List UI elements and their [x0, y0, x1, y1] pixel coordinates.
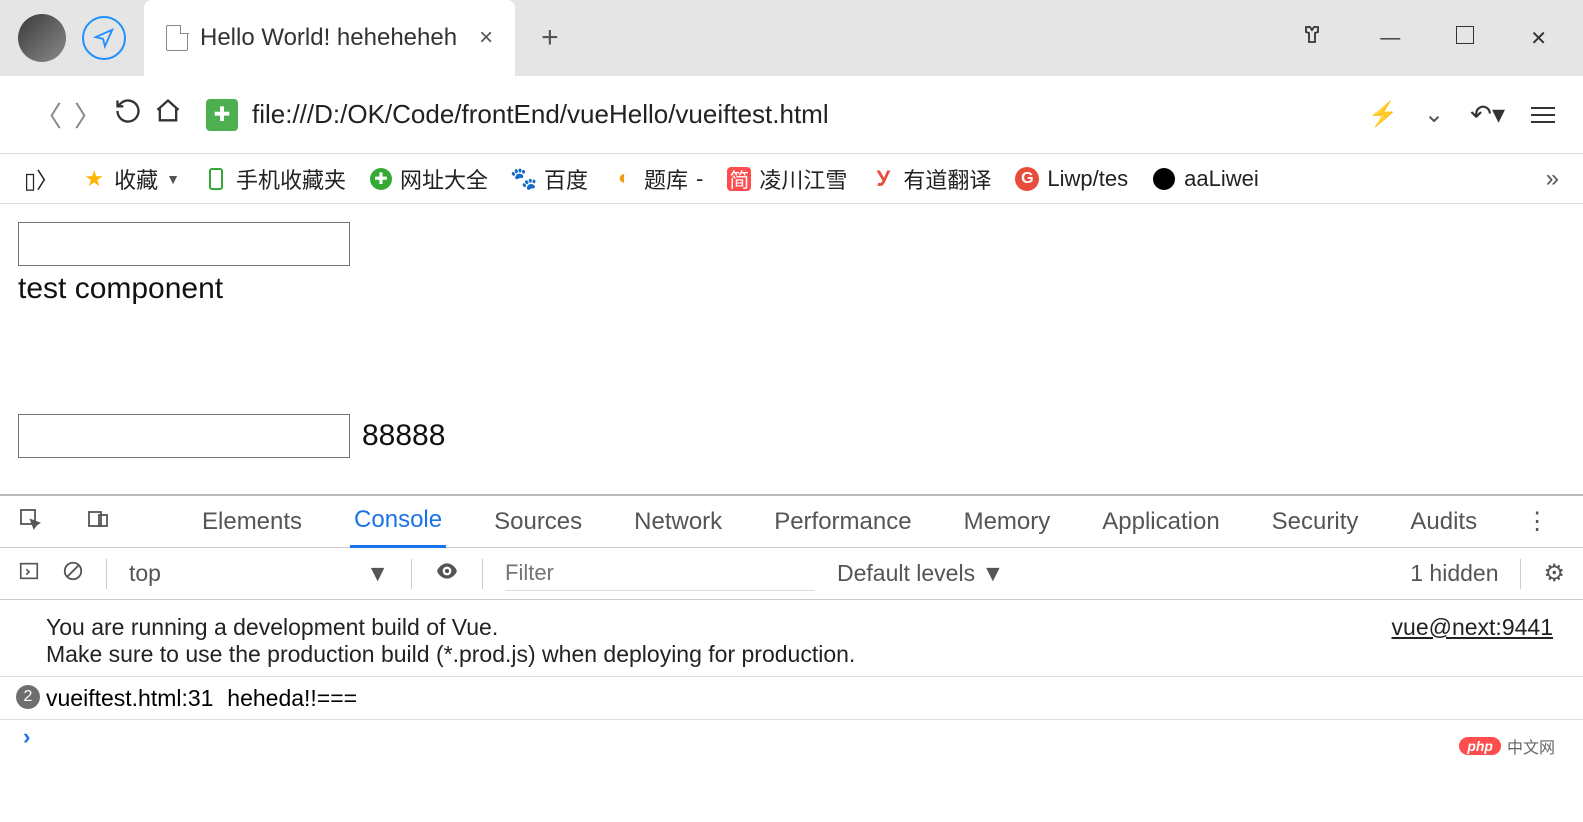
url-dropdown-icon[interactable]: ⌄	[1424, 100, 1444, 129]
bookmark-youdao[interactable]: У 有道翻译	[871, 163, 991, 195]
tab-security[interactable]: Security	[1268, 496, 1363, 548]
file-icon	[166, 25, 188, 51]
browser-tab[interactable]: Hello World! heheheheh ×	[144, 0, 515, 76]
log-levels-selector[interactable]: Default levels ▼	[837, 560, 1004, 587]
phone-icon	[204, 167, 228, 191]
window-controls: — ✕	[1300, 23, 1583, 53]
more-bookmarks-button[interactable]: »	[1546, 165, 1559, 193]
bookmarks-bar: ▯〉 ★收藏 ▼ 手机收藏夹 ✚网址大全 🐾百度 ◐题库 - 简凌川江雪 У有道…	[0, 154, 1583, 204]
watermark: php 中文网	[1459, 734, 1555, 758]
tab-network[interactable]: Network	[630, 496, 726, 548]
bookmark-label: aaLiwei	[1184, 166, 1259, 192]
inspect-element-icon[interactable]	[18, 507, 42, 537]
reload-button[interactable]	[108, 97, 148, 132]
execution-context-selector[interactable]: top▼	[129, 560, 389, 587]
home-button[interactable]	[148, 97, 188, 132]
bookmark-lingchuan[interactable]: 简凌川江雪	[727, 163, 847, 195]
fast-mode-icon[interactable]: ⚡	[1368, 100, 1398, 129]
console-message-log: 2 vueiftest.html:31 heheda!!===	[0, 676, 1583, 720]
context-label: top	[129, 560, 161, 587]
close-window-button[interactable]: ✕	[1530, 26, 1547, 51]
maximize-button[interactable]	[1456, 26, 1474, 50]
input-field-1[interactable]	[18, 222, 350, 266]
console-settings-icon[interactable]: ⚙	[1543, 559, 1565, 588]
devtools-tabs: Elements Console Sources Network Perform…	[0, 496, 1583, 548]
youdao-icon: У	[871, 167, 895, 191]
bookmark-tiku[interactable]: ◐题库 -	[612, 163, 703, 195]
clear-console-icon[interactable]	[62, 560, 84, 588]
new-tab-button[interactable]: +	[541, 21, 559, 55]
sidebar-toggle-icon[interactable]: ▯〉	[24, 163, 58, 195]
console-source-link[interactable]: vueiftest.html:31	[46, 685, 213, 711]
tab-title: Hello World! heheheheh	[200, 24, 457, 52]
bookmark-label: 凌川江雪	[759, 163, 847, 195]
wardrobe-icon[interactable]	[1300, 23, 1324, 53]
hidden-messages-label[interactable]: 1 hidden	[1410, 560, 1498, 587]
console-message-info: vue@next:9441 You are running a developm…	[0, 600, 1583, 676]
bookmark-favorites[interactable]: ★收藏 ▼	[82, 163, 180, 195]
value-text: 88888	[362, 419, 445, 453]
bookmark-baidu[interactable]: 🐾 百度	[512, 163, 588, 195]
watermark-text: 中文网	[1507, 734, 1555, 758]
live-expression-icon[interactable]	[434, 558, 460, 590]
browser-titlebar: Hello World! heheheheh × + — ✕	[0, 0, 1583, 76]
devtools-menu-icon[interactable]: ⋮	[1525, 507, 1549, 536]
bookmark-aaliwei[interactable]: aaLiwei	[1152, 166, 1259, 192]
bookmark-wangzhi[interactable]: ✚ 网址大全	[370, 163, 488, 195]
security-shield-icon[interactable]: ✚	[206, 99, 238, 131]
site-icon: ✚	[370, 168, 392, 190]
tab-console[interactable]: Console	[350, 496, 446, 548]
bookmark-label: 题库	[644, 163, 688, 195]
tab-elements[interactable]: Elements	[198, 496, 306, 548]
tab-application[interactable]: Application	[1098, 496, 1223, 548]
star-icon: ★	[82, 167, 106, 191]
tab-memory[interactable]: Memory	[960, 496, 1055, 548]
console-sidebar-toggle-icon[interactable]	[18, 560, 40, 588]
tab-sources[interactable]: Sources	[490, 496, 586, 548]
console-line: Make sure to use the production build (*…	[46, 641, 1563, 668]
back-button[interactable]: 〈	[28, 95, 68, 135]
url-text[interactable]: file:///D:/OK/Code/frontEnd/vueHello/vue…	[252, 99, 1368, 130]
baidu-icon: 🐾	[512, 167, 536, 191]
bookmark-label: Liwp/tes	[1047, 166, 1128, 192]
navigation-icon[interactable]	[82, 16, 126, 60]
bookmark-label: 收藏	[114, 163, 158, 195]
bookmark-liwp[interactable]: G Liwp/tes	[1015, 166, 1128, 192]
console-line: You are running a development build of V…	[46, 614, 1563, 641]
bookmark-mobile[interactable]: 手机收藏夹	[204, 163, 346, 195]
tab-performance[interactable]: Performance	[770, 496, 915, 548]
devtools-panel: Elements Console Sources Network Perform…	[0, 494, 1583, 757]
profile-avatar[interactable]	[18, 14, 66, 62]
device-toolbar-icon[interactable]	[86, 507, 110, 537]
tab-audits[interactable]: Audits	[1406, 496, 1481, 548]
console-line: heheda!!===	[227, 685, 357, 711]
console-source-link[interactable]: vue@next:9441	[1392, 614, 1553, 641]
component-text: test component	[18, 272, 1565, 306]
bookmark-label: 百度	[544, 163, 588, 195]
console-filter-input[interactable]	[505, 557, 815, 591]
tiku-icon: ◐	[612, 167, 636, 191]
jian-icon: 简	[727, 167, 751, 191]
github-icon	[1152, 167, 1176, 191]
undo-button[interactable]: ↶▾	[1470, 99, 1505, 130]
tab-close-button[interactable]: ×	[479, 24, 493, 52]
php-badge: php	[1459, 737, 1501, 755]
forward-button[interactable]: 〉	[68, 95, 108, 135]
bookmark-label: 网址大全	[400, 163, 488, 195]
input-field-2[interactable]	[18, 414, 350, 458]
console-toolbar: top▼ Default levels ▼ 1 hidden ⚙	[0, 548, 1583, 600]
minimize-button[interactable]: —	[1380, 27, 1400, 50]
bookmark-label: 手机收藏夹	[236, 163, 346, 195]
address-bar: 〈 〉 ✚ file:///D:/OK/Code/frontEnd/vueHel…	[0, 76, 1583, 154]
page-viewport[interactable]: test component 88888	[0, 204, 1583, 494]
console-prompt[interactable]: ›	[0, 720, 1583, 757]
liwp-icon: G	[1015, 167, 1039, 191]
repeat-count-badge: 2	[16, 685, 40, 709]
bookmark-label: 有道翻译	[903, 163, 991, 195]
menu-button[interactable]	[1531, 107, 1555, 123]
